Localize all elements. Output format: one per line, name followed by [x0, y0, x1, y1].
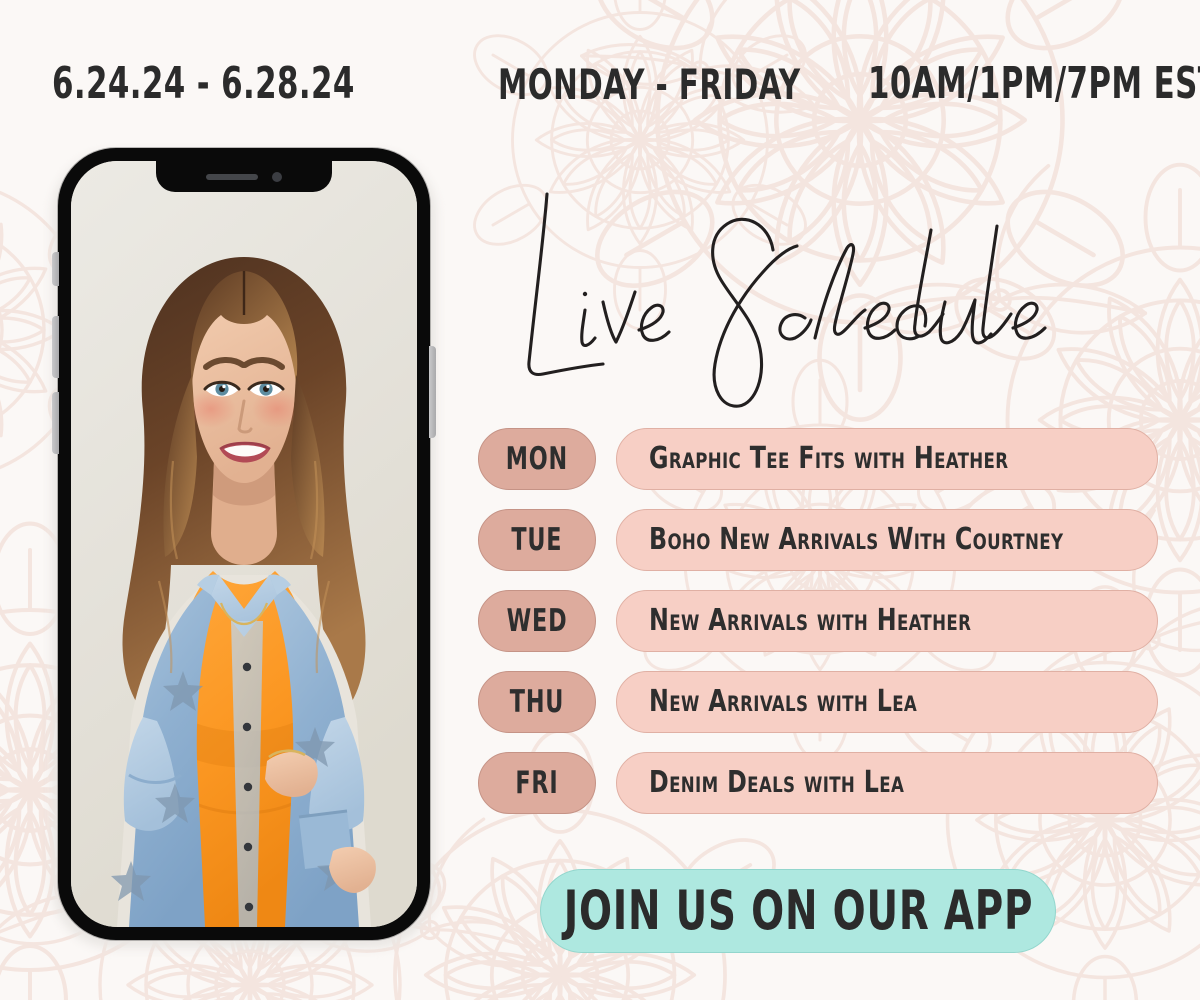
phone-frame	[58, 148, 430, 940]
schedule-row[interactable]: THU New Arrivals with Lea	[478, 671, 1158, 733]
phone-mockup	[44, 148, 444, 948]
show-pill-tue[interactable]: Boho New Arrivals With Courtney	[616, 509, 1158, 571]
phone-volume-up-button[interactable]	[52, 316, 59, 378]
day-pill-wed[interactable]: WED	[478, 590, 596, 652]
phone-power-button[interactable]	[429, 346, 436, 438]
day-label: WED	[506, 602, 568, 639]
header-bar: 6.24.24 - 6.28.24 MONDAY - FRIDAY 10AM/1…	[0, 0, 1200, 130]
phone-silent-switch-button[interactable]	[52, 252, 59, 286]
day-label: TUE	[511, 521, 563, 558]
header-day-range: MONDAY - FRIDAY	[498, 60, 801, 109]
show-title: Graphic Tee Fits with Heather	[649, 441, 1009, 476]
header-show-times: 10AM/1PM/7PM EST	[868, 58, 1200, 109]
phone-notch	[156, 161, 332, 192]
show-title: Denim Deals with Lea	[649, 765, 905, 800]
day-label: THU	[509, 683, 565, 720]
day-label: FRI	[515, 764, 559, 801]
schedule-row[interactable]: TUE Boho New Arrivals With Courtney	[478, 509, 1158, 571]
day-label: MON	[505, 440, 569, 477]
header-date-range: 6.24.24 - 6.28.24	[52, 58, 355, 109]
join-us-on-our-app-button[interactable]: JOIN US ON OUR APP	[540, 869, 1056, 953]
speaker-grille-icon	[206, 173, 258, 180]
show-title: Boho New Arrivals With Courtney	[649, 522, 1064, 557]
show-title: New Arrivals with Heather	[649, 603, 972, 638]
cta-label: JOIN US ON OUR APP	[563, 879, 1033, 942]
show-pill-fri[interactable]: Denim Deals with Lea	[616, 752, 1158, 814]
phone-screen[interactable]	[71, 161, 417, 927]
show-pill-wed[interactable]: New Arrivals with Heather	[616, 590, 1158, 652]
day-pill-fri[interactable]: FRI	[478, 752, 596, 814]
show-pill-mon[interactable]: Graphic Tee Fits with Heather	[616, 428, 1158, 490]
model-photo	[71, 161, 417, 927]
show-title: New Arrivals with Lea	[649, 684, 918, 719]
day-pill-mon[interactable]: MON	[478, 428, 596, 490]
schedule-row[interactable]: FRI Denim Deals with Lea	[478, 752, 1158, 814]
front-camera-icon	[272, 171, 282, 182]
day-pill-tue[interactable]: TUE	[478, 509, 596, 571]
phone-volume-down-button[interactable]	[52, 392, 59, 454]
page-title-live-schedule	[527, 192, 1047, 408]
show-pill-thu[interactable]: New Arrivals with Lea	[616, 671, 1158, 733]
schedule-list: MON Graphic Tee Fits with Heather TUE Bo…	[478, 428, 1158, 833]
day-pill-thu[interactable]: THU	[478, 671, 596, 733]
schedule-row[interactable]: MON Graphic Tee Fits with Heather	[478, 428, 1158, 490]
schedule-row[interactable]: WED New Arrivals with Heather	[478, 590, 1158, 652]
